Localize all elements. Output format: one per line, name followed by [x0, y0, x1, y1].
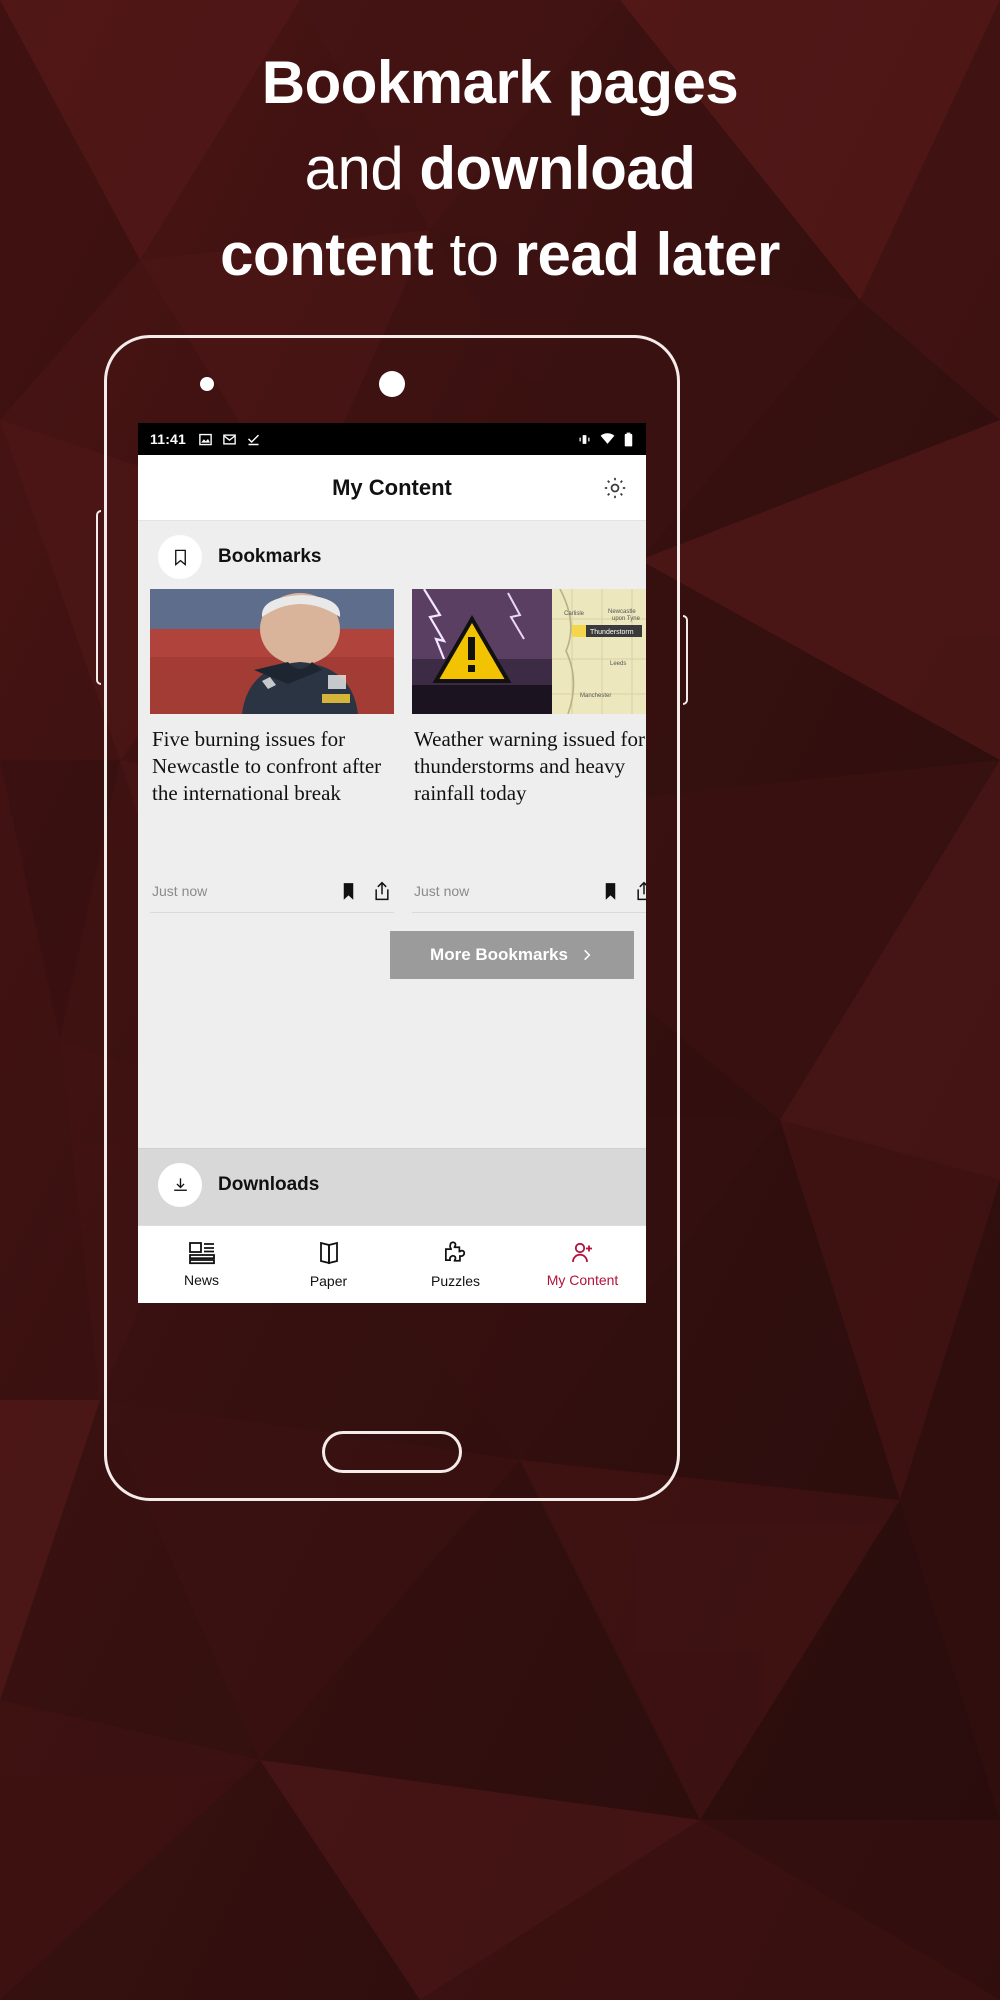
svg-text:Carlisle: Carlisle — [564, 611, 585, 617]
nav-item-news[interactable]: News — [138, 1241, 265, 1288]
section-title-downloads: Downloads — [218, 1174, 320, 1195]
headline-line1-text: Bookmark pages — [261, 49, 739, 116]
nav-item-my-content[interactable]: My Content — [519, 1241, 646, 1288]
person-plus-icon — [570, 1241, 596, 1265]
battery-icon — [623, 432, 634, 447]
bookmark-card[interactable]: Thunderstorm Carlisle Newcastle upon Tyn… — [412, 589, 646, 913]
task-done-icon — [246, 432, 261, 447]
promo-headline: Bookmark pages and download content to r… — [0, 40, 1000, 298]
bookmark-filled-icon[interactable] — [339, 880, 358, 902]
page-title: My Content — [332, 474, 452, 500]
headline-line-1: Bookmark pages — [55, 40, 945, 126]
gear-icon[interactable] — [600, 473, 630, 503]
bookmark-filled-icon[interactable] — [601, 880, 620, 902]
svg-text:upon Tyne: upon Tyne — [612, 616, 641, 622]
headline-line3-bold-b-text: read later — [514, 221, 781, 288]
phone-power-button — [683, 615, 688, 705]
svg-text:Leeds: Leeds — [610, 661, 626, 667]
svg-text:Manchester: Manchester — [580, 693, 611, 699]
article-timestamp: Just now — [152, 883, 208, 899]
phone-volume-button — [96, 510, 101, 685]
headline-line2-bold-text: download — [419, 135, 696, 202]
headline-line-2: and download — [55, 126, 945, 212]
puzzle-piece-icon — [442, 1240, 469, 1266]
my-content-scroll-area[interactable]: Bookmarks Five burning issues for Newcas… — [138, 521, 646, 1225]
headline-line3-bold-a-text: content — [220, 221, 434, 288]
gmail-icon — [222, 432, 237, 447]
bottom-navigation: News Paper Puzzles My Content — [138, 1225, 646, 1303]
bookmark-outline-icon — [158, 535, 202, 579]
card-footer: Just now — [150, 874, 394, 913]
svg-text:Newcastle: Newcastle — [608, 609, 636, 615]
article-thumbnail-football[interactable] — [150, 589, 394, 714]
phone-screen: 11:41 My Content Bookmarks Five burning … — [138, 423, 646, 1303]
section-header-bookmarks: Bookmarks — [138, 521, 646, 589]
article-title[interactable]: Five burning issues for Newcastle to con… — [150, 714, 394, 874]
news-layout-icon — [188, 1241, 216, 1265]
nav-label-paper: Paper — [309, 1273, 348, 1289]
wifi-icon — [600, 432, 615, 447]
headline-line2-light-text: and — [304, 135, 420, 202]
nav-item-paper[interactable]: Paper — [265, 1240, 392, 1289]
headline-line3-light-text: to — [433, 221, 515, 288]
share-icon[interactable] — [634, 880, 646, 902]
more-bookmarks-label: More Bookmarks — [430, 945, 568, 964]
article-thumbnail-weather[interactable]: Thunderstorm Carlisle Newcastle upon Tyn… — [412, 589, 646, 714]
app-header: My Content — [138, 455, 646, 521]
android-status-bar: 11:41 — [138, 423, 646, 455]
article-title[interactable]: Weather warning issued for thunderstorms… — [412, 714, 646, 874]
phone-home-indicator — [322, 1431, 462, 1473]
article-timestamp: Just now — [414, 883, 470, 899]
nav-label-my-content: My Content — [546, 1272, 619, 1288]
download-circle-icon — [158, 1163, 202, 1207]
card-footer: Just now — [412, 874, 646, 913]
nav-label-puzzles: Puzzles — [430, 1273, 481, 1289]
status-time: 11:41 — [150, 431, 187, 447]
chevron-right-icon — [580, 948, 594, 962]
headline-line-3: content to read later — [55, 212, 945, 298]
bookmarks-card-row[interactable]: Five burning issues for Newcastle to con… — [138, 589, 646, 913]
svg-text:Thunderstorm: Thunderstorm — [590, 629, 634, 636]
phone-mockup: 11:41 My Content Bookmarks Five burning … — [96, 335, 688, 1501]
nav-item-puzzles[interactable]: Puzzles — [392, 1240, 519, 1289]
phone-sensor-dot — [200, 377, 214, 391]
section-title-bookmarks: Bookmarks — [218, 546, 322, 567]
bookmark-card[interactable]: Five burning issues for Newcastle to con… — [150, 589, 394, 913]
section-header-downloads[interactable]: Downloads — [138, 1148, 646, 1225]
more-bookmarks-button[interactable]: More Bookmarks — [390, 931, 634, 979]
nav-label-news: News — [183, 1272, 219, 1288]
vibrate-icon — [577, 432, 592, 447]
image-icon — [198, 432, 213, 447]
share-icon[interactable] — [372, 880, 392, 902]
phone-front-camera — [379, 371, 405, 397]
paper-fold-icon — [317, 1240, 341, 1266]
